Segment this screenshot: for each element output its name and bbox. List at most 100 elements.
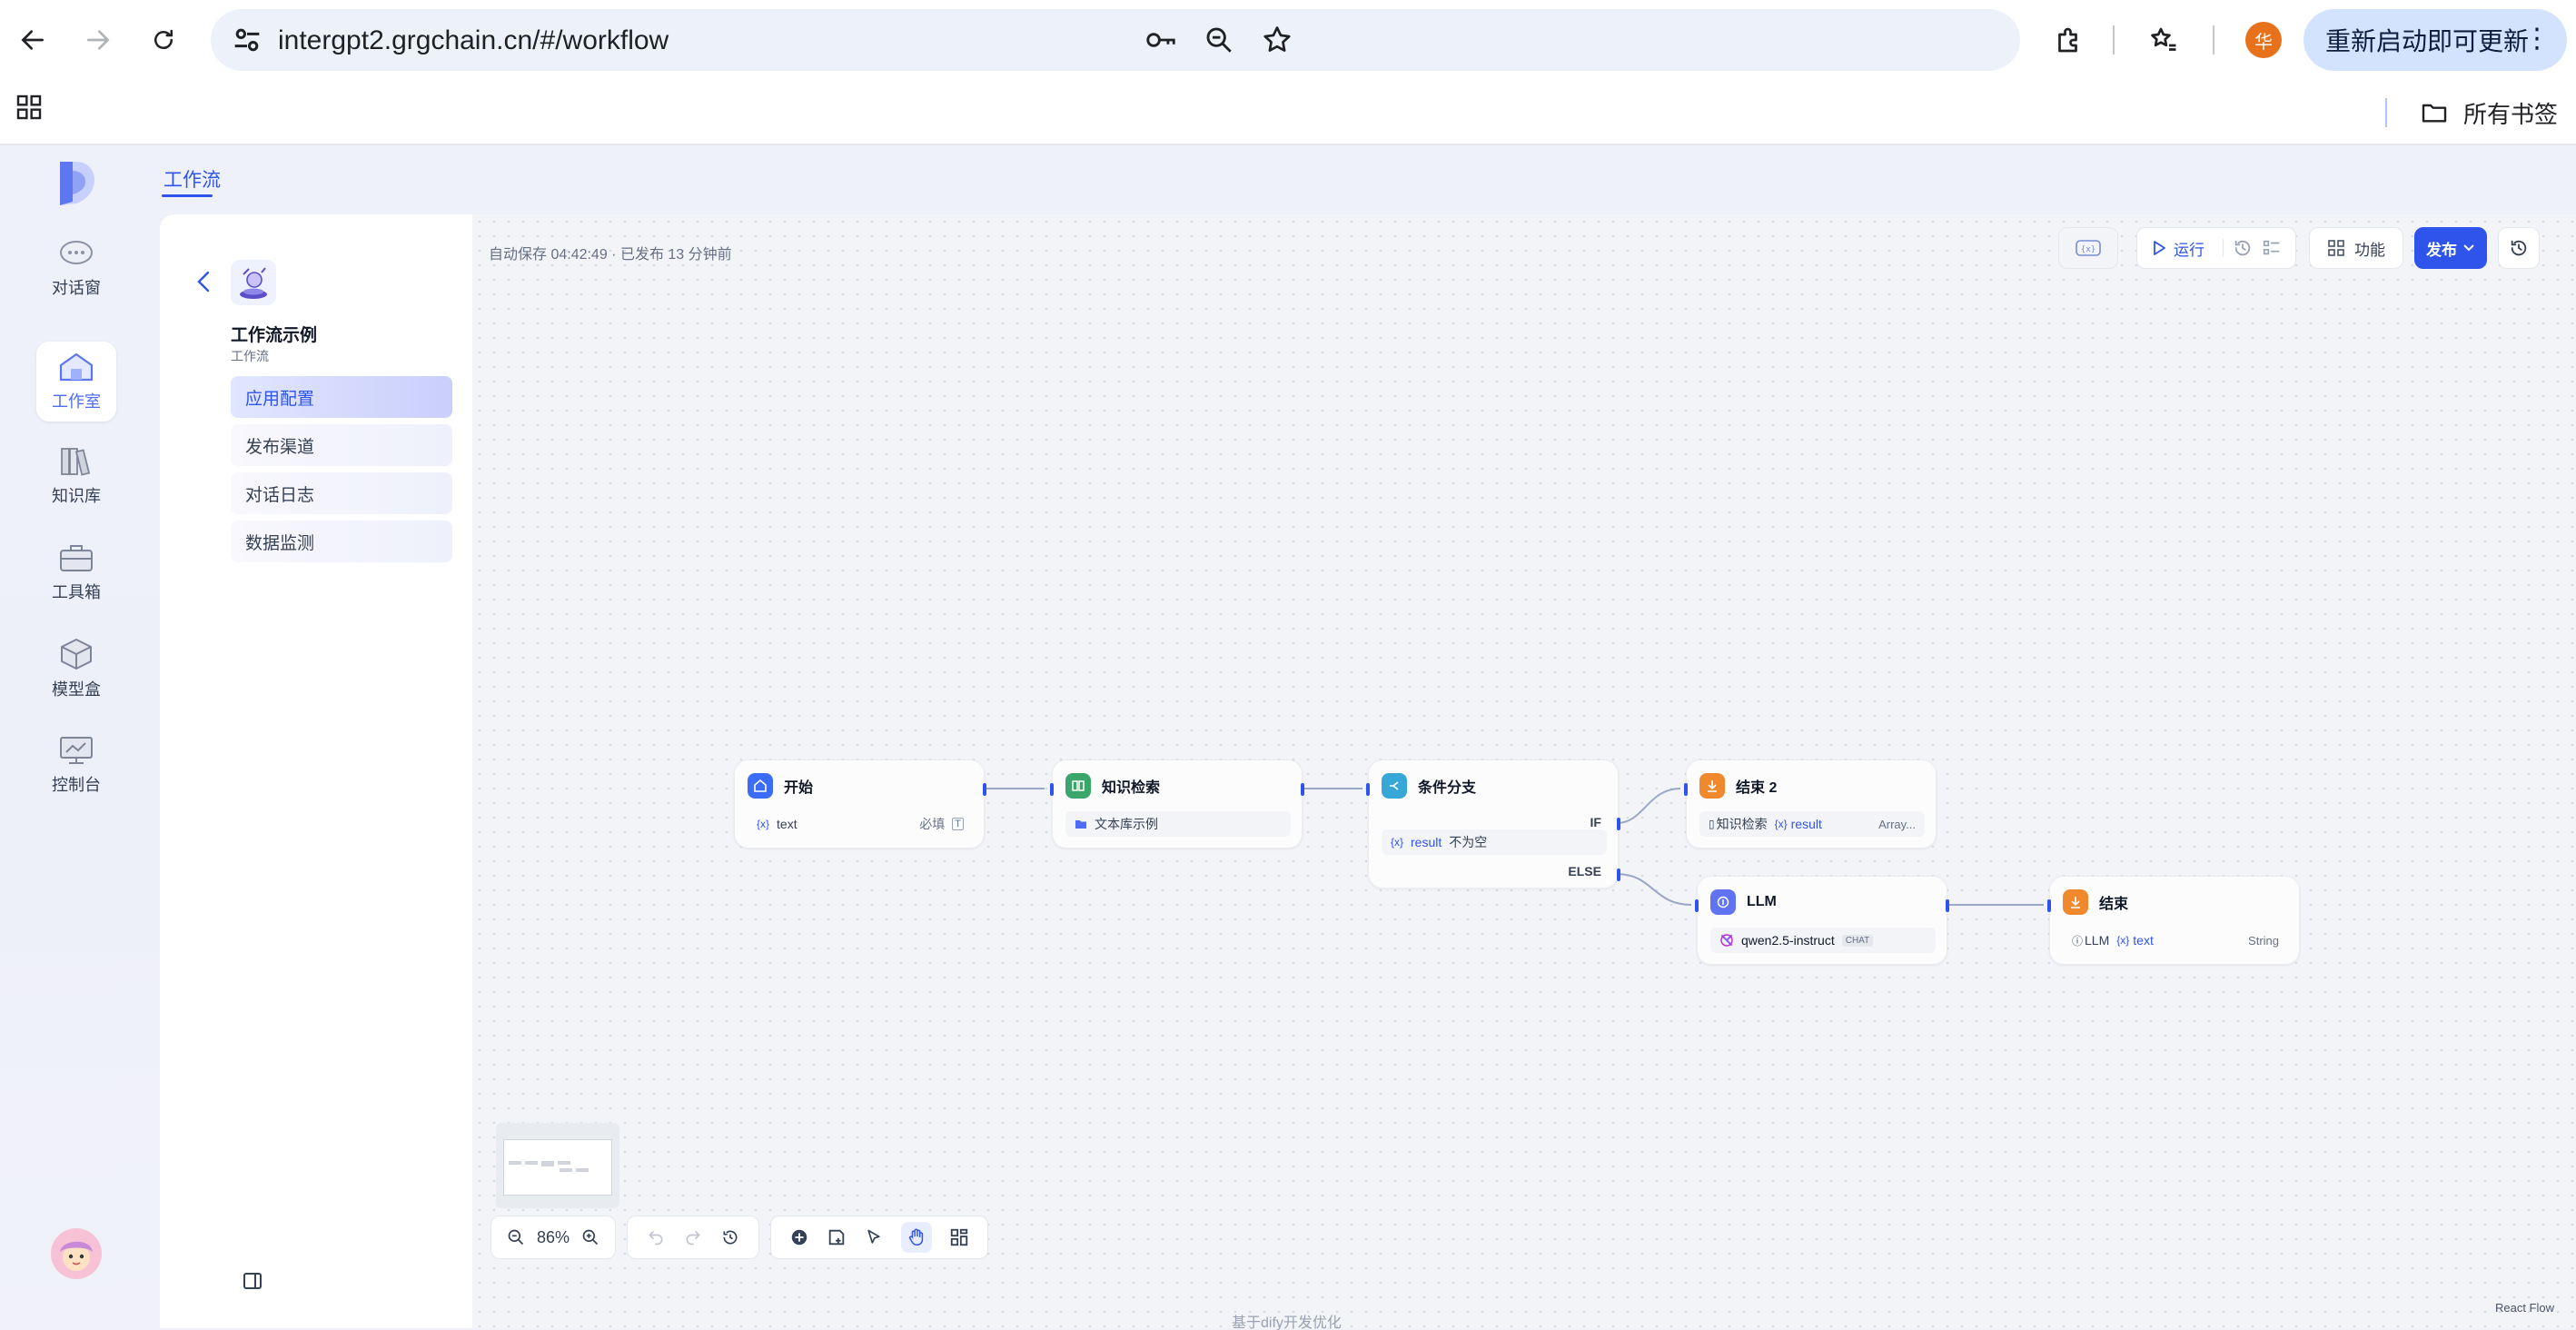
output-handle[interactable]: [983, 783, 986, 796]
hand-tool-button[interactable]: [900, 1222, 932, 1253]
menu-item-chat-logs[interactable]: 对话日志: [231, 472, 452, 514]
arrow-left-icon: [21, 30, 44, 50]
input-handle[interactable]: [1695, 899, 1699, 912]
canvas-tools: [770, 1216, 988, 1259]
node-llm[interactable]: LLM qwen2.5-instruct CHAT: [1695, 876, 1949, 965]
output-handle[interactable]: [1946, 899, 1949, 912]
zoom-in-icon[interactable]: [581, 1228, 599, 1246]
minimap-viewport[interactable]: [503, 1139, 612, 1196]
menu-label: 发布渠道: [245, 437, 315, 457]
collapse-sidebar-icon[interactable]: [242, 1270, 263, 1296]
all-bookmarks-button[interactable]: 所有书签: [2420, 91, 2558, 134]
zoom-level[interactable]: 86%: [537, 1228, 570, 1247]
qwen-model-icon: [1720, 934, 1733, 947]
rail-item-models[interactable]: 模型盒: [36, 629, 116, 709]
house-icon: [59, 352, 94, 382]
profile-avatar[interactable]: 华: [2245, 22, 2282, 58]
node-header: 结束 2: [1699, 773, 1777, 799]
stop-icon: [2063, 889, 2088, 915]
node-start[interactable]: 开始 {x} text 必填 T: [734, 759, 986, 849]
pointer-icon[interactable]: [865, 1227, 883, 1247]
node-title: 条件分支: [1418, 780, 1477, 796]
input-handle[interactable]: [1684, 783, 1688, 796]
rail-item-console[interactable]: 控制台: [36, 725, 116, 805]
else-output-handle[interactable]: [1617, 868, 1620, 881]
rail-item-toolbox[interactable]: 工具箱: [36, 532, 116, 612]
output-variable-row: ⓘ LLM {x} text String: [2063, 928, 2288, 953]
apps-grid-icon[interactable]: [15, 93, 44, 126]
menu-item-data-monitor[interactable]: 数据监测: [231, 521, 452, 562]
if-output-handle[interactable]: [1617, 818, 1620, 830]
variable-name: text: [777, 817, 798, 831]
variable-icon: {x}: [1774, 818, 1788, 830]
app-avatar-icon: [231, 260, 276, 305]
password-key-icon[interactable]: [1139, 18, 1183, 62]
bookmark-star-icon[interactable]: [1255, 18, 1299, 62]
zoom-out-icon[interactable]: [507, 1228, 525, 1246]
model-row: qwen2.5-instruct CHAT: [1710, 928, 1936, 953]
toolbox-icon: [60, 545, 93, 571]
node-end[interactable]: 结束 ⓘ LLM {x} text String: [2047, 876, 2300, 965]
condition-variable: result: [1411, 835, 1442, 849]
menu-item-publish-channel[interactable]: 发布渠道: [231, 424, 452, 466]
reload-icon: [154, 29, 173, 49]
book-icon: ▯: [1709, 818, 1715, 830]
rail-item-chat[interactable]: 对话窗: [36, 229, 116, 309]
rail-item-knowledge[interactable]: 知识库: [36, 436, 116, 516]
reload-button[interactable]: [138, 15, 189, 65]
output-handle[interactable]: [1301, 783, 1304, 796]
stop-icon: [1699, 773, 1725, 799]
user-avatar[interactable]: [51, 1228, 102, 1279]
more-vertical-icon[interactable]: ⋮: [2523, 25, 2551, 53]
text-type-icon: T: [952, 818, 964, 830]
menu-label: 数据监测: [245, 533, 315, 553]
box-icon: [61, 639, 92, 670]
variable-icon: {x}: [1391, 836, 1404, 849]
monitor-icon: [60, 737, 93, 764]
url-text[interactable]: intergpt2.grgchain.cn/#/workflow: [278, 25, 669, 56]
all-bookmarks-label: 所有书签: [2463, 100, 2559, 128]
app-root: 对话窗 工作室 知识库 工具箱 模型盒 控制台 工作流 工作流示例 工作流 应用…: [0, 145, 2576, 1330]
address-bar[interactable]: intergpt2.grgchain.cn/#/workflow: [211, 9, 2020, 71]
rail-item-studio[interactable]: 工作室: [36, 342, 116, 422]
back-chevron-icon[interactable]: [194, 269, 213, 299]
bookmarks-manager-icon[interactable]: [2142, 18, 2185, 62]
minimap-node: [525, 1161, 538, 1165]
history-icon[interactable]: [721, 1228, 739, 1246]
zoom-icon[interactable]: [1197, 18, 1241, 62]
relaunch-update-button[interactable]: 重新启动即可更新 ⋮: [2304, 9, 2567, 71]
footer-note: 基于dify开发优化: [1232, 1315, 1342, 1330]
menu-label: 应用配置: [245, 389, 315, 409]
add-note-icon[interactable]: [827, 1227, 847, 1247]
tab-workflow[interactable]: 工作流: [163, 165, 221, 193]
home-icon: [748, 773, 773, 799]
react-flow-attribution[interactable]: React Flow: [2495, 1301, 2554, 1315]
node-end-2[interactable]: 结束 2 ▯ 知识检索 {x} result Array...: [1684, 759, 1937, 849]
node-knowledge-retrieval[interactable]: 知识检索 文本库示例: [1050, 759, 1304, 849]
menu-item-app-config[interactable]: 应用配置: [231, 376, 452, 418]
organize-blocks-icon[interactable]: [949, 1227, 969, 1247]
start-variable-row: {x} text 必填 T: [748, 811, 973, 837]
update-button-label: 重新启动即可更新: [2325, 27, 2530, 55]
workflow-canvas[interactable]: 自动保存 04:42:49 · 已发布 13 分钟前 {x} 运行 功能 发布: [472, 214, 2576, 1328]
rail-label: 模型盒: [52, 680, 101, 699]
node-if-else[interactable]: 条件分支 IF {x} result 不为空 ELSE: [1366, 759, 1620, 888]
undo-icon[interactable]: [647, 1228, 665, 1246]
variable-icon: {x}: [757, 818, 770, 830]
branch-icon: [1382, 773, 1407, 799]
input-handle[interactable]: [2047, 899, 2051, 912]
add-node-icon[interactable]: [789, 1227, 809, 1247]
browser-toolbar: intergpt2.grgchain.cn/#/workflow 华 重新启动即…: [0, 0, 2576, 80]
extensions-puzzle-icon[interactable]: [2047, 18, 2091, 62]
input-handle[interactable]: [1050, 783, 1054, 796]
condition-row: {x} result 不为空: [1382, 829, 1607, 855]
bookmark-bar: 所有书签: [0, 80, 2576, 145]
input-handle[interactable]: [1366, 783, 1370, 796]
rail-label: 工具箱: [52, 583, 101, 601]
forward-button[interactable]: [73, 15, 124, 65]
back-button[interactable]: [7, 15, 58, 65]
redo-icon[interactable]: [684, 1228, 702, 1246]
site-settings-icon[interactable]: [229, 22, 265, 63]
else-label: ELSE: [1568, 864, 1601, 878]
minimap[interactable]: [496, 1123, 619, 1208]
